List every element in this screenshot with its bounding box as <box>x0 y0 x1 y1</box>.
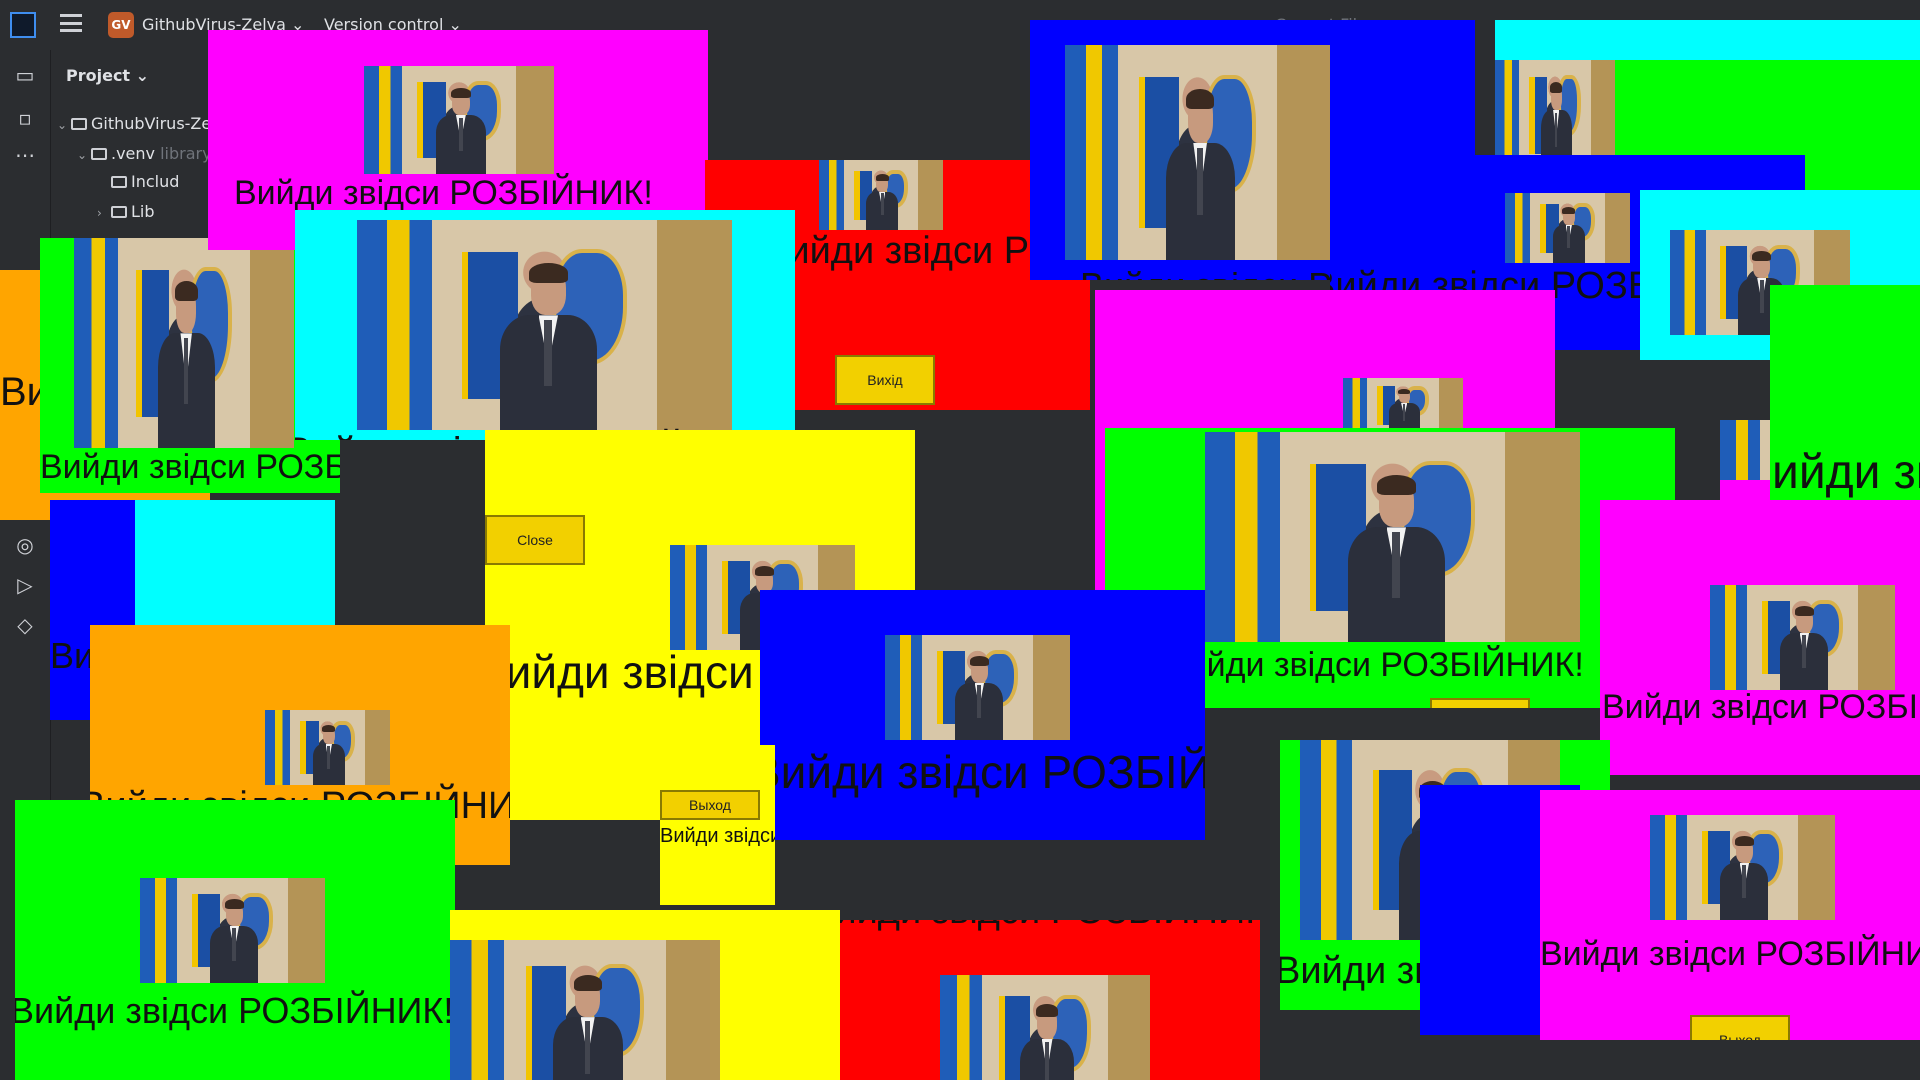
popup-exit-button[interactable]: Выход <box>660 790 760 820</box>
tree-item[interactable]: Includ <box>97 172 179 191</box>
folder-icon[interactable]: ▭ <box>12 62 38 88</box>
president-photo <box>1065 45 1330 260</box>
run-icon[interactable]: ▷ <box>12 572 38 598</box>
more-icon[interactable]: ⋯ <box>12 142 38 168</box>
folder-icon <box>111 176 127 188</box>
popup-exit-button[interactable]: Вихід <box>835 355 935 405</box>
project-badge[interactable]: GV <box>108 12 134 38</box>
virus-popup-window: Вийди звідси РОЗБІЙНИК! <box>15 800 455 1080</box>
tree-item[interactable]: › Lib <box>97 202 155 221</box>
folder-icon <box>91 148 107 160</box>
president-photo <box>74 238 294 448</box>
virus-popup-window: Вийди звідси РОЗБІЙНИК! <box>295 210 795 440</box>
president-photo <box>140 878 325 983</box>
president-photo <box>450 940 720 1080</box>
structure-icon[interactable]: ▫ <box>12 105 38 131</box>
folder-icon <box>111 206 127 218</box>
president-photo <box>1505 193 1630 263</box>
virus-popup-window: Вийди звідси РОЗБІЙНИК! <box>1770 285 1920 510</box>
president-photo <box>1710 585 1895 690</box>
project-panel-title[interactable]: Project ⌄ <box>66 66 149 85</box>
president-photo <box>364 66 554 174</box>
popup-message: Вийди звідси РОЗБІЙНИК! <box>40 448 340 486</box>
president-photo <box>940 975 1150 1080</box>
president-photo <box>1650 815 1835 920</box>
president-photo <box>265 710 390 785</box>
virus-popup-window <box>450 910 840 1080</box>
layers-icon[interactable]: ◇ <box>12 612 38 638</box>
president-photo <box>885 635 1070 740</box>
popup-exit-button[interactable]: Close <box>485 515 585 565</box>
popup-message: Вийди звідси РОЗБІЙНИК! <box>660 825 775 847</box>
popup-message: Вийди звідси РОЗБІЙНИК! <box>1602 688 1920 726</box>
pycharm-logo-icon <box>10 12 36 38</box>
python-console-icon[interactable]: ◎ <box>12 532 38 558</box>
popup-message: Вийди звідси РОЗБІЙНИК! <box>15 990 454 1031</box>
popup-exit-button[interactable]: Выход <box>1430 698 1530 708</box>
popup-message: Вийди звідси РОЗБІЙНИК! <box>1165 646 1584 684</box>
virus-popup-window: Вийди звідси РОЗБІЙНИК! <box>840 920 1260 1080</box>
president-photo <box>819 160 943 230</box>
virus-popup-window: Вийди звідси РОЗБІЙНИК!Вихід <box>760 590 1205 840</box>
virus-popup-window: Вийди звідси РОЗБІЙНИК! Выход <box>660 745 775 905</box>
president-photo <box>357 220 732 430</box>
president-photo <box>1205 432 1580 642</box>
main-menu-icon[interactable] <box>60 14 82 32</box>
president-photo <box>1343 378 1463 433</box>
popup-message: Вийди звідси РОЗБІЙНИК! <box>1770 446 1920 499</box>
popup-exit-button[interactable]: Выход <box>1690 1015 1790 1040</box>
folder-icon <box>71 118 87 130</box>
popup-message: Вийди звідси РОЗБІЙНИК! <box>1540 935 1920 973</box>
popup-message: Вийди звідси РОЗБІЙНИК! <box>760 746 1205 798</box>
popup-message: Вийди звідси РОЗБІЙНИК! <box>840 920 1260 933</box>
popup-message: Вийди звідси РОЗБІЙНИК! <box>234 174 653 212</box>
virus-popup-window: Вийди звідси РОЗБІЙНИК! <box>1600 500 1920 775</box>
virus-popup-window: Вийди звідси РОЗБІЙНИК! Выход <box>1540 790 1920 1040</box>
president-photo <box>1495 60 1615 170</box>
